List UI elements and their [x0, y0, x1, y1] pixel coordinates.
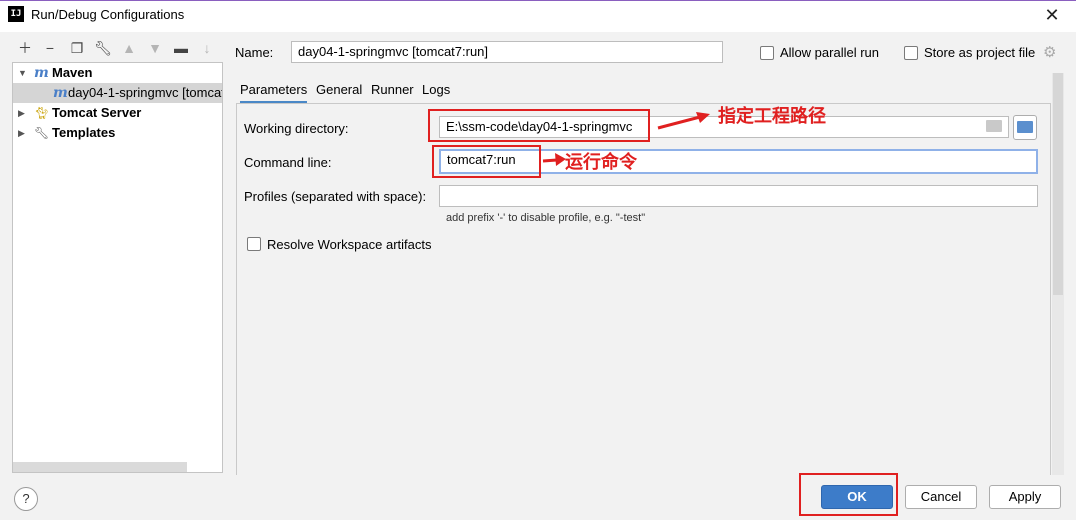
tomcat-icon: 🐈︎: [34, 106, 50, 120]
folder-add-icon[interactable]: ▬: [172, 39, 190, 57]
annotation-working-dir-note: 指定工程路径: [718, 106, 826, 127]
collapse-arrow-icon[interactable]: ▶: [18, 103, 25, 123]
tree-horizontal-scrollbar[interactable]: [13, 462, 187, 472]
allow-parallel-label: Allow parallel run: [780, 45, 879, 60]
maven-icon: m: [34, 65, 49, 81]
wrench-icon[interactable]: 🔧︎: [94, 39, 112, 57]
profiles-hint: add prefix '-' to disable profile, e.g. …: [446, 212, 646, 224]
tab-logs[interactable]: Logs: [422, 82, 450, 104]
annotation-arrow-icon: [657, 112, 710, 130]
sort-icon[interactable]: ↓: [198, 39, 216, 57]
allow-parallel-checkbox[interactable]: [760, 46, 774, 60]
help-button[interactable]: ?: [14, 487, 38, 511]
annotation-box-command: [432, 145, 541, 178]
panel-scrollbar-thumb[interactable]: [1053, 73, 1063, 295]
tab-parameters[interactable]: Parameters: [240, 82, 308, 104]
store-project-checkbox[interactable]: [904, 46, 918, 60]
name-label: Name:: [235, 45, 274, 60]
annotation-arrow-icon: [542, 153, 566, 166]
tree-item-templates[interactable]: ▶ 🔧︎ Templates: [13, 123, 222, 143]
tree-item-tomcat[interactable]: ▶ 🐈︎ Tomcat Server: [13, 103, 222, 123]
copy-icon[interactable]: ❐: [68, 39, 86, 57]
arrow-up-icon[interactable]: ▲: [120, 39, 138, 57]
window-title: Run/Debug Configurations: [31, 7, 185, 22]
gear-icon[interactable]: ⚙: [1043, 43, 1056, 61]
tab-runner[interactable]: Runner: [371, 82, 414, 104]
working-directory-label: Working directory:: [244, 121, 349, 136]
tree-item-label: Maven: [52, 65, 93, 80]
wrench-icon: 🔧︎: [34, 126, 50, 140]
resolve-workspace-checkbox[interactable]: [247, 237, 261, 251]
annotation-command-note: 运行命令: [565, 152, 637, 173]
tree-item-label: Templates: [52, 125, 116, 140]
apply-button[interactable]: Apply: [989, 485, 1061, 509]
minus-icon[interactable]: −: [41, 39, 59, 57]
profiles-label: Profiles (separated with space):: [244, 189, 427, 204]
profiles-field[interactable]: [439, 185, 1038, 207]
resolve-workspace-label: Resolve Workspace artifacts: [267, 237, 432, 252]
ok-button[interactable]: OK: [821, 485, 893, 509]
close-icon[interactable]: ✕: [1040, 2, 1064, 28]
arrow-down-icon[interactable]: ▼: [146, 39, 164, 57]
config-tree[interactable]: ▼ m Maven m day04-1-springmvc [tomcat7:r…: [12, 62, 223, 473]
cancel-button[interactable]: Cancel: [905, 485, 977, 509]
app-logo-icon: IJ: [8, 6, 24, 22]
tab-general[interactable]: General: [316, 82, 362, 104]
expand-arrow-icon[interactable]: ▼: [18, 63, 27, 83]
maven-icon: m: [53, 85, 68, 101]
annotation-box-working-dir: [428, 109, 650, 142]
tree-item-day04[interactable]: m day04-1-springmvc [tomcat7:run]: [13, 83, 222, 103]
tree-item-label: day04-1-springmvc [tomcat7:run]: [68, 85, 222, 100]
command-line-label: Command line:: [244, 155, 332, 170]
store-project-label: Store as project file: [924, 45, 1036, 60]
name-field[interactable]: day04-1-springmvc [tomcat7:run]: [291, 41, 723, 63]
folder-open-icon[interactable]: [986, 120, 1002, 132]
collapse-arrow-icon[interactable]: ▶: [18, 123, 25, 143]
browse-button[interactable]: [1013, 115, 1037, 140]
plus-icon[interactable]: ＋: [16, 39, 34, 57]
tree-item-label: Tomcat Server: [52, 105, 142, 120]
tree-item-maven[interactable]: ▼ m Maven: [13, 63, 222, 83]
